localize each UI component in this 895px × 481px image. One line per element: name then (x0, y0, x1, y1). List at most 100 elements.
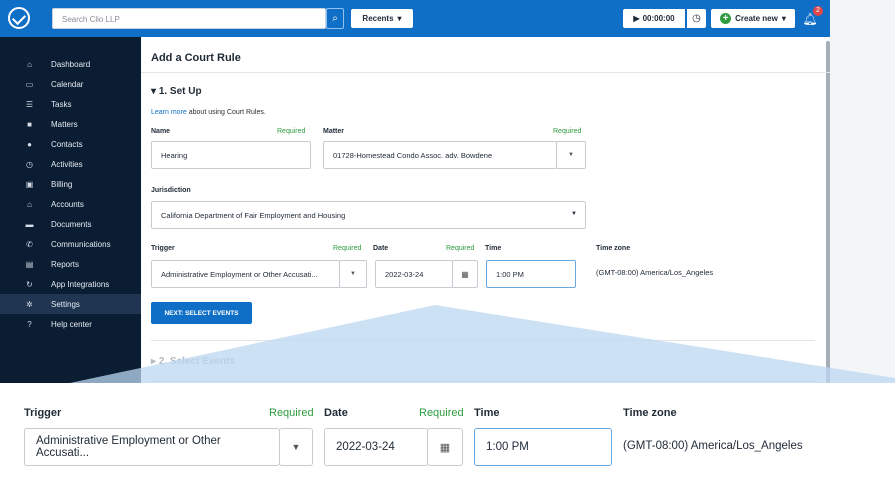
time-label: Time (485, 245, 502, 252)
sidebar-item-label: Communications (51, 239, 111, 249)
sidebar-item-label: App Integrations (51, 279, 110, 289)
zoom-trigger-dropdown-button[interactable]: ▼ (279, 428, 313, 466)
name-field[interactable]: Hearing (151, 141, 311, 169)
sidebar-item-dashboard[interactable]: ⌂ Dashboard (0, 54, 141, 74)
sidebar-item-label: Activities (51, 159, 83, 169)
folder-icon: ▬ (25, 219, 34, 229)
sidebar-item-activities[interactable]: ◷ Activities (0, 154, 141, 174)
zoom-timezone-value: (GMT-08:00) America/Los_Angeles (623, 440, 803, 452)
sidebar-item-label: Dashboard (51, 59, 91, 69)
sidebar-item-label: Billing (51, 179, 73, 189)
sidebar-item-settings[interactable]: ✲ Settings (0, 294, 141, 314)
matter-select[interactable]: 01728-Homestead Condo Assoc. adv. Bowden… (323, 141, 557, 169)
calendar-icon: ▦ (439, 441, 451, 454)
learn-more-link[interactable]: Learn more (151, 109, 187, 116)
chevron-down-icon: ▾ (397, 14, 402, 23)
create-new-button[interactable]: + Create new ▾ (711, 9, 795, 28)
zoom-trigger-select[interactable]: Administrative Employment or Other Accus… (24, 428, 280, 466)
sidebar-item-label: Accounts (51, 199, 84, 209)
phone-icon: ✆ (26, 239, 33, 249)
plus-circle-icon: + (720, 13, 732, 24)
scrollbar[interactable] (826, 41, 830, 401)
calendar-icon: ▭ (25, 79, 34, 89)
sidebar-item-label: Matters (51, 119, 78, 129)
page-title: Add a Court Rule (151, 52, 241, 64)
trigger-dropdown-button[interactable]: ▼ (339, 260, 367, 288)
date-label: Date (373, 245, 389, 252)
search-icon: ⌕ (332, 13, 338, 24)
zoom-date-label: Date (324, 407, 348, 419)
jurisdiction-label: Jurisdiction (151, 187, 191, 194)
sidebar-item-contacts[interactable]: ● Contacts (0, 134, 141, 154)
recents-button[interactable]: Recents ▾ (351, 9, 413, 28)
sidebar-item-accounts[interactable]: ⌂ Accounts (0, 194, 141, 214)
create-new-label: Create new (735, 14, 778, 23)
zoom-trigger-label: Trigger (24, 407, 62, 419)
clock-icon: ◷ (692, 13, 701, 24)
tasks-icon: ☰ (25, 99, 34, 109)
divider (141, 72, 830, 73)
zoom-calendar-button[interactable]: ▦ (427, 428, 463, 466)
matter-label: Matter (323, 128, 345, 135)
sidebar-item-calendar[interactable]: ▭ Calendar (0, 74, 141, 94)
gear-icon: ✲ (26, 299, 33, 309)
jurisdiction-select[interactable]: California Department of Fair Employment… (151, 201, 586, 229)
timer-button[interactable]: ▶ 00:00:00 (623, 9, 685, 28)
calendar-icon: ▦ (461, 269, 469, 279)
sidebar-item-tasks[interactable]: ☰ Tasks (0, 94, 141, 114)
trigger-select[interactable]: Administrative Employment or Other Accus… (151, 260, 340, 288)
divider (151, 381, 815, 382)
zoom-date-required: Required (419, 407, 464, 419)
zoom-time-label: Time (474, 407, 500, 419)
clio-logo-icon[interactable] (8, 7, 30, 29)
matter-required: Required (553, 128, 582, 135)
search-input[interactable]: Search Clio LLP (52, 8, 326, 29)
zoom-timezone-label: Time zone (623, 407, 677, 419)
top-bar: Search Clio LLP ⌕ Recents ▾ ▶ 00:00:00 ◷ +… (0, 0, 830, 37)
timer-value: 00:00:00 (642, 14, 675, 23)
clock-icon: ◷ (26, 159, 33, 169)
zoom-date-input[interactable]: 2022-03-24 (324, 428, 428, 466)
sidebar-item-documents[interactable]: ▬ Documents (0, 214, 141, 234)
next-select-events-button[interactable]: NEXT: SELECT EVENTS (151, 302, 252, 324)
zoom-time-input[interactable]: 1:00 PM (474, 428, 612, 466)
chevron-down-icon: ▾ (151, 86, 159, 97)
trigger-label: Trigger (151, 245, 175, 252)
time-input[interactable]: 1:00 PM (486, 260, 576, 288)
sidebar-item-reports[interactable]: ▤ Reports (0, 254, 141, 274)
recents-label: Recents (362, 14, 394, 23)
section-select-events-toggle[interactable]: ▸ 2. Select Events (151, 356, 235, 367)
notification-badge: 2 (813, 6, 823, 16)
bank-icon: ⌂ (27, 199, 32, 209)
sidebar-item-communications[interactable]: ✆ Communications (0, 234, 141, 254)
section-setup-toggle[interactable]: ▾ 1. Set Up (151, 86, 202, 97)
matter-dropdown-button[interactable]: ▼ (556, 141, 586, 169)
date-input[interactable]: 2022-03-24 (375, 260, 453, 288)
zoom-trigger-required: Required (269, 407, 314, 419)
sidebar-item-app-integrations[interactable]: ↻ App Integrations (0, 274, 141, 294)
caret-down-icon: ▼ (571, 211, 577, 217)
home-icon: ⌂ (27, 59, 32, 69)
sidebar-item-help-center[interactable]: ? Help center (0, 314, 141, 334)
zoom-callout: Trigger Required Administrative Employme… (0, 383, 895, 481)
calendar-button[interactable]: ▦ (452, 260, 478, 288)
name-label: Name (151, 128, 171, 135)
sidebar-item-label: Reports (51, 259, 80, 269)
sync-icon: ↻ (26, 279, 33, 289)
timer-clock-button[interactable]: ◷ (687, 9, 706, 28)
chevron-down-icon: ▾ (781, 14, 786, 23)
sidebar-item-billing[interactable]: ▣ Billing (0, 174, 141, 194)
search-button[interactable]: ⌕ (326, 8, 344, 29)
sidebar-item-label: Settings (51, 299, 80, 309)
jurisdiction-value: California Department of Fair Employment… (161, 210, 346, 220)
chevron-down-icon: ▼ (291, 442, 301, 452)
date-required: Required (446, 245, 475, 252)
sidebar-item-label: Tasks (51, 99, 72, 109)
name-required: Required (277, 128, 306, 135)
divider (151, 340, 815, 341)
chevron-down-icon: ▼ (350, 271, 356, 277)
sidebar-item-label: Documents (51, 219, 92, 229)
sidebar-item-matters[interactable]: ■ Matters (0, 114, 141, 134)
user-icon: ● (27, 139, 32, 149)
billing-icon: ▣ (25, 179, 34, 189)
